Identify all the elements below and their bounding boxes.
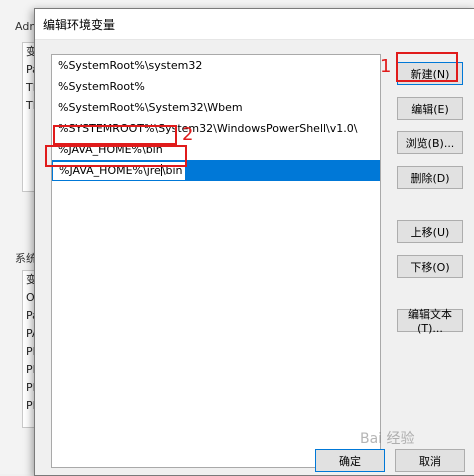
watermark: Bai 经验 — [360, 431, 415, 447]
edit-button[interactable]: 编辑(E) — [397, 97, 463, 120]
path-list[interactable]: %SystemRoot%\system32 %SystemRoot% %Syst… — [51, 54, 381, 468]
edit-text-button[interactable]: 编辑文本(T)... — [397, 308, 463, 335]
delete-button[interactable]: 删除(D) — [397, 166, 463, 189]
move-up-button[interactable]: 上移(U) — [397, 220, 463, 243]
annotation-number-1: 1 — [380, 56, 392, 77]
annotation-box-java-bin — [53, 125, 177, 145]
move-down-button[interactable]: 下移(O) — [397, 255, 463, 278]
path-item-system32[interactable]: %SystemRoot%\system32 — [52, 55, 380, 76]
annotation-box-new — [396, 52, 458, 82]
path-item-wbem[interactable]: %SystemRoot%\System32\Wbem — [52, 97, 380, 118]
path-item-systemroot[interactable]: %SystemRoot% — [52, 76, 380, 97]
browse-button[interactable]: 浏览(B)... — [397, 131, 463, 154]
annotation-box-jre-bin — [45, 145, 187, 167]
cancel-button[interactable]: 取消 — [395, 449, 465, 472]
ok-button[interactable]: 确定 — [315, 449, 385, 472]
dialog-title: 编辑环境变量 — [43, 17, 116, 32]
annotation-number-2: 2 — [182, 124, 194, 145]
dialog-titlebar[interactable]: 编辑环境变量 — [35, 9, 474, 40]
